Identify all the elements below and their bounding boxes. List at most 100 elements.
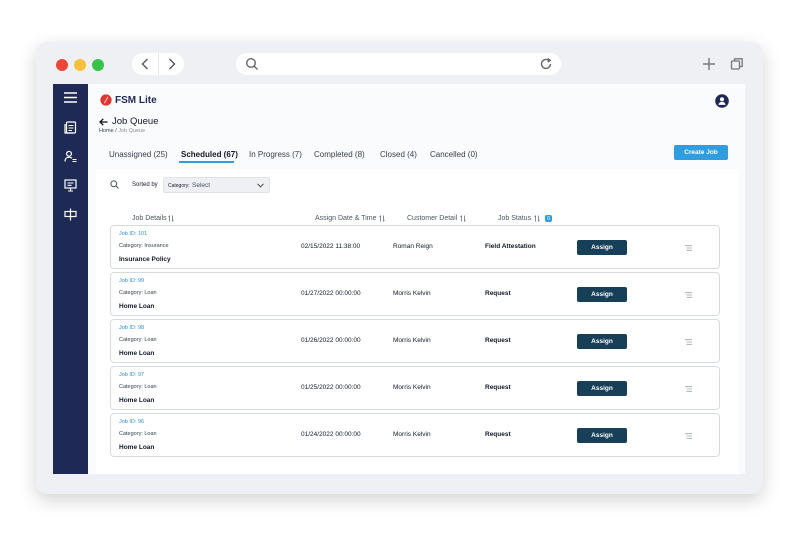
column-assign-date[interactable]: Assign Date & Time: [315, 215, 376, 222]
customer-name: Morris Kelvin: [393, 431, 431, 438]
search-icon[interactable]: [110, 180, 119, 189]
job-category: Category: Loan: [119, 384, 157, 390]
customer-name: Morris Kelvin: [393, 290, 431, 297]
tab-cancelled[interactable]: Cancelled (0): [430, 150, 478, 159]
status-filter-badge[interactable]: 0: [545, 215, 552, 222]
hamburger-menu-icon[interactable]: [53, 92, 88, 103]
sort-icon[interactable]: [460, 215, 466, 222]
breadcrumb-separator: /: [115, 128, 117, 134]
chevron-down-icon: [257, 183, 264, 188]
assign-date: 01/24/2022 00:00:00: [301, 431, 361, 438]
breadcrumb: Home / Job Queue: [99, 128, 145, 134]
search-icon: [245, 57, 258, 70]
job-name: Home Loan: [119, 303, 155, 310]
job-category: Category: Loan: [119, 290, 157, 296]
forward-arrow-icon[interactable]: [158, 53, 184, 75]
active-tab-underline: [179, 161, 234, 163]
category-select[interactable]: Category: Select: [163, 177, 270, 193]
row-menu-icon[interactable]: [685, 245, 692, 251]
job-id-link[interactable]: Job ID: 99: [119, 278, 144, 284]
assign-date: 01/26/2022 00:00:00: [301, 337, 361, 344]
category-select-value: Select: [192, 182, 211, 189]
job-status: Request: [485, 431, 511, 438]
reload-icon[interactable]: [539, 57, 553, 71]
table-row: Job ID: 96 Category: Loan Home Loan 01/2…: [110, 413, 720, 457]
sort-label: Sorted by: [132, 182, 158, 188]
job-status: Request: [485, 384, 511, 391]
app-viewport: FSM Lite Job Queue Home / Job Queue Unas…: [53, 84, 745, 474]
minimize-window-dot[interactable]: [74, 59, 86, 71]
maximize-window-dot[interactable]: [92, 59, 104, 71]
job-category: Category: Loan: [119, 337, 157, 343]
table-row: Job ID: 99 Category: Loan Home Loan 01/2…: [110, 272, 720, 316]
browser-toolbar: [36, 42, 763, 84]
brand-logo: FSM Lite: [100, 94, 157, 106]
table-row: Job ID: 98 Category: Loan Home Loan 01/2…: [110, 319, 720, 363]
brand-mark-icon: [100, 94, 112, 106]
table-row: Job ID: 101 Category: Insurance Insuranc…: [110, 225, 720, 269]
tab-scheduled[interactable]: Scheduled (67): [181, 150, 238, 159]
jobs-list-icon[interactable]: [53, 121, 88, 134]
job-category: Category: Insurance: [119, 243, 169, 249]
job-id-link[interactable]: Job ID: 98: [119, 325, 144, 331]
job-name: Home Loan: [119, 444, 155, 451]
browser-window: FSM Lite Job Queue Home / Job Queue Unas…: [36, 42, 763, 494]
job-id-link[interactable]: Job ID: 96: [119, 419, 144, 425]
customer-name: Roman Reign: [393, 243, 433, 250]
job-id-link[interactable]: Job ID: 97: [119, 372, 144, 378]
customer-name: Morris Kelvin: [393, 384, 431, 391]
tab-in-progress[interactable]: In Progress (7): [249, 150, 302, 159]
workflow-icon[interactable]: [53, 208, 88, 221]
page-header: Job Queue: [99, 116, 158, 127]
tab-unassigned[interactable]: Unassigned (25): [109, 150, 168, 159]
history-nav: [132, 53, 184, 75]
sort-icon[interactable]: [534, 215, 540, 222]
page-title: Job Queue: [112, 116, 159, 127]
sort-icon[interactable]: [379, 215, 385, 222]
brand-name: FSM Lite: [115, 94, 157, 106]
table-row: Job ID: 97 Category: Loan Home Loan 01/2…: [110, 366, 720, 410]
breadcrumb-home[interactable]: Home: [99, 128, 114, 134]
assign-button[interactable]: Assign: [577, 334, 627, 349]
assign-button[interactable]: Assign: [577, 428, 627, 443]
job-status: Field Attestation: [485, 243, 536, 250]
job-category: Category: Loan: [119, 431, 157, 437]
job-name: Insurance Policy: [119, 256, 171, 263]
assign-button[interactable]: Assign: [577, 287, 627, 302]
job-status: Request: [485, 337, 511, 344]
back-arrow-icon[interactable]: [132, 53, 158, 75]
category-field-label: Category:: [168, 183, 190, 189]
row-menu-icon[interactable]: [685, 386, 692, 392]
tabs-overview-icon[interactable]: [730, 57, 744, 71]
row-menu-icon[interactable]: [685, 433, 692, 439]
column-customer-detail[interactable]: Customer Detail: [407, 215, 457, 222]
job-name: Home Loan: [119, 350, 155, 357]
job-name: Home Loan: [119, 397, 155, 404]
user-list-icon[interactable]: [53, 150, 88, 163]
close-window-dot[interactable]: [56, 59, 68, 71]
back-arrow-icon[interactable]: [99, 117, 108, 126]
presentation-board-icon[interactable]: [53, 179, 88, 192]
breadcrumb-current: Job Queue: [118, 128, 146, 134]
sidebar: [53, 84, 88, 474]
tab-closed[interactable]: Closed (4): [380, 150, 417, 159]
new-tab-plus-icon[interactable]: [702, 57, 716, 71]
create-job-button[interactable]: Create Job: [674, 145, 728, 160]
sort-icon[interactable]: [168, 215, 174, 222]
job-status: Request: [485, 290, 511, 297]
user-profile-icon[interactable]: [715, 94, 729, 108]
assign-date: 01/25/2022 00:00:00: [301, 384, 361, 391]
column-job-status[interactable]: Job Status: [498, 215, 531, 222]
row-menu-icon[interactable]: [685, 292, 692, 298]
job-id-link[interactable]: Job ID: 101: [119, 231, 147, 237]
customer-name: Morris Kelvin: [393, 337, 431, 344]
address-bar[interactable]: [236, 53, 561, 75]
assign-date: 01/27/2022 00:00:00: [301, 290, 361, 297]
job-queue-panel: Sorted by Category: Select Job Details A…: [96, 170, 738, 474]
assign-date: 02/15/2022 11:38:00: [301, 243, 361, 250]
assign-button[interactable]: Assign: [577, 381, 627, 396]
row-menu-icon[interactable]: [685, 339, 692, 345]
tab-completed[interactable]: Completed (8): [314, 150, 365, 159]
column-job-details[interactable]: Job Details: [132, 215, 167, 222]
assign-button[interactable]: Assign: [577, 240, 627, 255]
